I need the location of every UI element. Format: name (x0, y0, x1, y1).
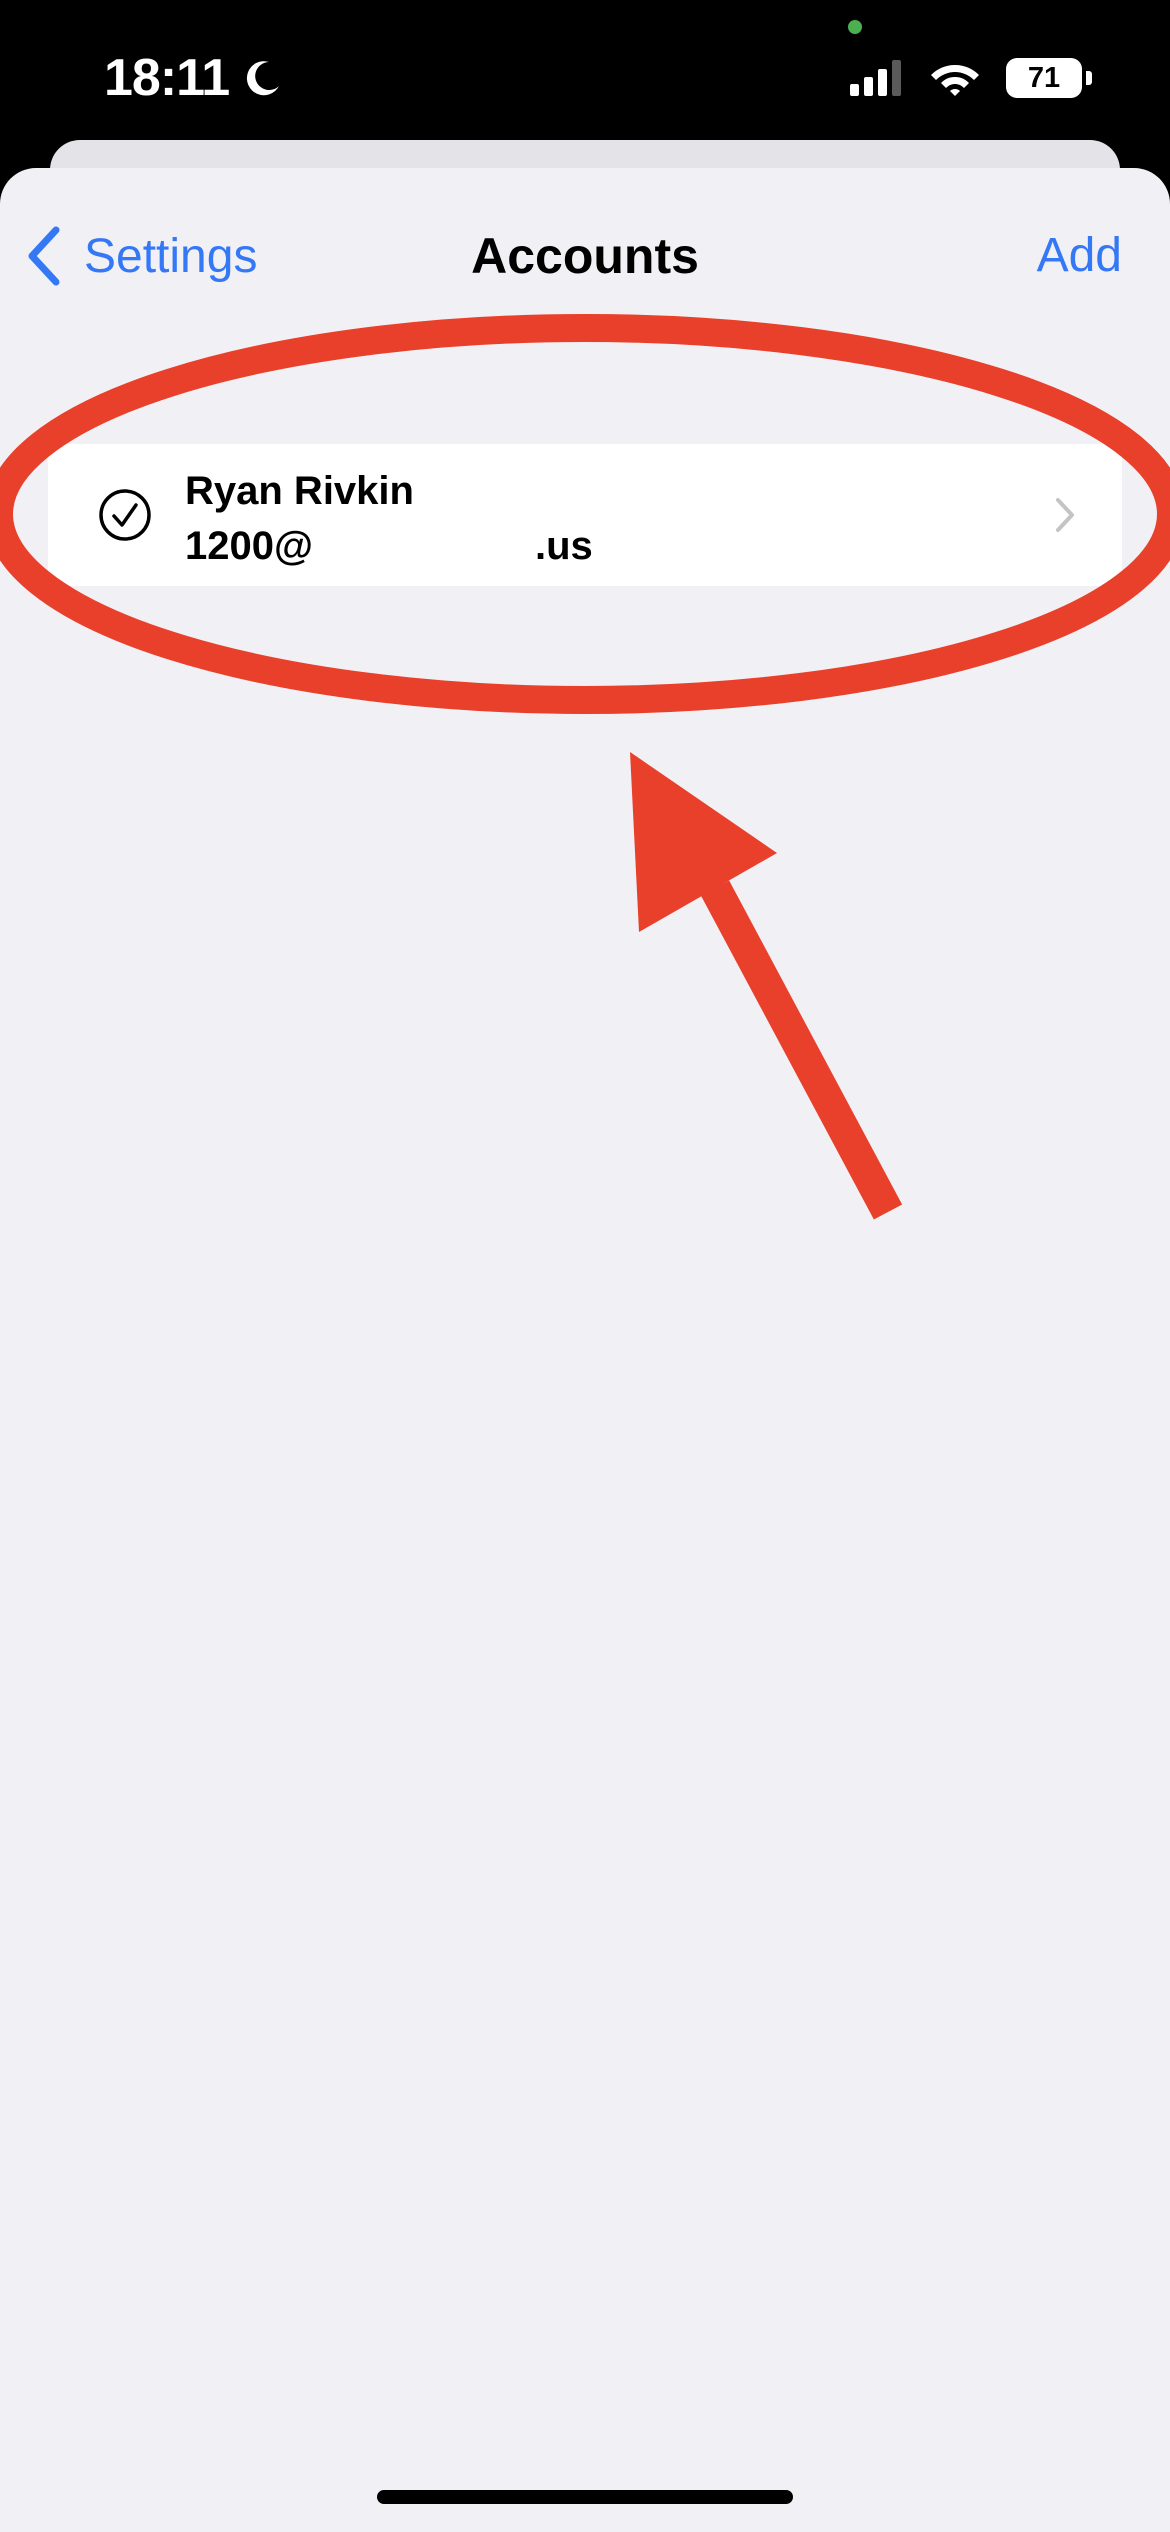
account-email-end: .us (535, 524, 593, 568)
status-time-group: 18:11 (104, 44, 285, 112)
account-email-start: 1200@ (185, 524, 313, 568)
status-bar: 18:11 71 (0, 0, 1170, 160)
privacy-indicator-dot (848, 20, 862, 34)
back-button-settings[interactable]: Settings (24, 218, 257, 294)
account-row[interactable]: Ryan Rivkin 1200@ .us (48, 444, 1122, 586)
navigation-bar: Accounts Settings Add (0, 168, 1170, 340)
back-button-label: Settings (84, 229, 258, 283)
add-account-button[interactable]: Add (1037, 218, 1122, 294)
status-icons: 71 (850, 54, 1092, 102)
chevron-left-icon (28, 226, 60, 286)
battery-icon: 71 (1006, 58, 1092, 98)
account-text: Ryan Rivkin 1200@ .us (185, 464, 593, 574)
email-redaction (313, 519, 535, 559)
status-time: 18:11 (104, 49, 230, 107)
home-indicator (377, 2490, 793, 2504)
account-name: Ryan Rivkin (185, 469, 414, 513)
account-email: 1200@ .us (185, 518, 593, 574)
battery-nub (1086, 71, 1092, 85)
check-circle-icon (99, 489, 151, 541)
battery-level: 71 (1006, 58, 1082, 98)
accounts-sheet: Accounts Settings Add Ryan Rivkin 1200@ … (0, 168, 1170, 2532)
cellular-signal-icon (850, 60, 901, 96)
moon-icon (247, 61, 280, 96)
wifi-icon (931, 65, 979, 96)
chevron-right-icon (1056, 498, 1074, 532)
